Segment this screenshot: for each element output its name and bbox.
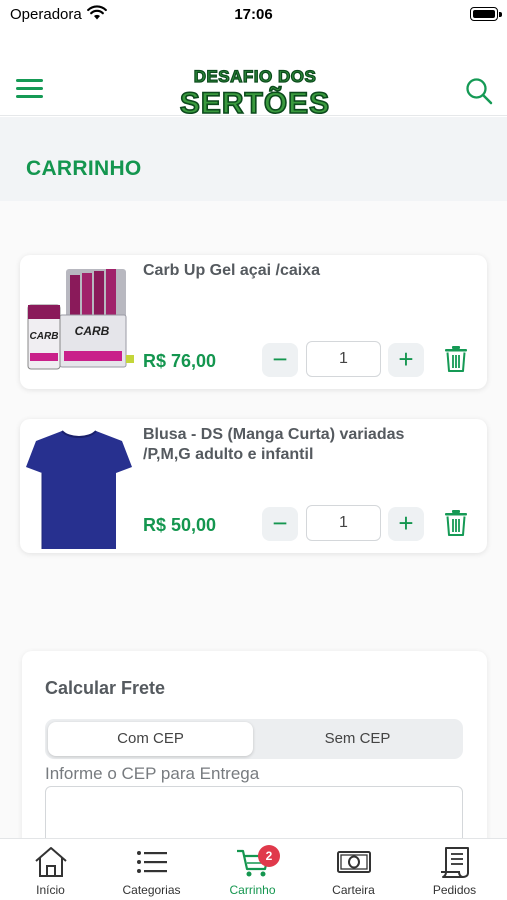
tab-label: Categorias bbox=[122, 883, 181, 897]
tab-label: Carrinho bbox=[229, 883, 276, 897]
tab-categorias[interactable]: Categorias bbox=[101, 839, 202, 900]
quantity-input[interactable] bbox=[306, 341, 381, 377]
segment-sem-cep[interactable]: Sem CEP bbox=[255, 722, 460, 756]
logo-line1: DESAFIO DOS bbox=[194, 67, 317, 86]
battery-icon bbox=[470, 7, 502, 21]
decrease-quantity-button[interactable]: − bbox=[262, 507, 298, 541]
trash-icon[interactable] bbox=[444, 345, 468, 373]
segment-com-cep[interactable]: Com CEP bbox=[48, 722, 253, 756]
tab-pedidos[interactable]: Pedidos bbox=[404, 839, 505, 900]
cart-item: Blusa - DS (Manga Curta) variadas /P,M,G… bbox=[20, 419, 487, 553]
increase-quantity-button[interactable]: + bbox=[388, 343, 424, 377]
page-title: CARRINHO bbox=[26, 157, 142, 180]
svg-text:CARB: CARB bbox=[75, 324, 110, 338]
tab-carteira[interactable]: Carteira bbox=[303, 839, 404, 900]
cep-input[interactable] bbox=[45, 786, 463, 846]
tab-carrinho[interactable]: 2 Carrinho bbox=[202, 839, 303, 900]
tab-label: Carteira bbox=[332, 883, 375, 897]
shipping-calculator-card: Calcular Frete Com CEP Sem CEP Informe o… bbox=[22, 651, 487, 851]
product-price: R$ 76,00 bbox=[143, 351, 217, 371]
bottom-tab-bar: Início Categorias 2 Carrinho Carteira Pe… bbox=[0, 838, 507, 900]
cart-item: CARB CARB Carb Up Gel açai /caixa R$ 76,… bbox=[20, 255, 487, 389]
brand-logo[interactable]: DESAFIO DOS SERTÕES bbox=[165, 60, 345, 120]
home-icon bbox=[35, 847, 67, 877]
receipt-icon bbox=[441, 847, 469, 878]
tab-inicio[interactable]: Início bbox=[0, 839, 101, 900]
page-title-bar: CARRINHO bbox=[0, 117, 507, 201]
hamburger-menu-icon[interactable] bbox=[14, 77, 46, 99]
product-name: Carb Up Gel açai /caixa bbox=[143, 262, 320, 279]
list-icon bbox=[137, 851, 167, 873]
cep-field-label: Informe o CEP para Entrega bbox=[45, 764, 260, 783]
product-name: Blusa - DS (Manga Curta) variadas /P,M,G… bbox=[143, 426, 405, 463]
decrease-quantity-button[interactable]: − bbox=[262, 343, 298, 377]
quantity-input[interactable] bbox=[306, 505, 381, 541]
shipping-title: Calcular Frete bbox=[45, 678, 166, 698]
product-price: R$ 50,00 bbox=[143, 515, 217, 535]
svg-text:CARB: CARB bbox=[30, 331, 59, 342]
product-image-carb-up-gel: CARB CARB bbox=[27, 269, 134, 370]
status-bar: Operadora 17:06 bbox=[0, 0, 507, 30]
clock-time: 17:06 bbox=[234, 6, 273, 23]
trash-icon[interactable] bbox=[444, 509, 468, 537]
search-icon[interactable] bbox=[464, 76, 494, 106]
cart-content: CARB CARB Carb Up Gel açai /caixa R$ 76,… bbox=[0, 201, 507, 851]
logo-line2: SERTÕES bbox=[180, 86, 330, 120]
tab-label: Início bbox=[36, 883, 65, 897]
cep-mode-segmented-control: Com CEP Sem CEP bbox=[45, 719, 463, 759]
cart-count-badge: 2 bbox=[258, 845, 280, 867]
app-header: DESAFIO DOS SERTÕES bbox=[0, 30, 507, 120]
product-image-blue-tshirt bbox=[26, 430, 132, 549]
tab-label: Pedidos bbox=[432, 883, 477, 897]
wallet-icon bbox=[337, 851, 371, 873]
increase-quantity-button[interactable]: + bbox=[388, 507, 424, 541]
